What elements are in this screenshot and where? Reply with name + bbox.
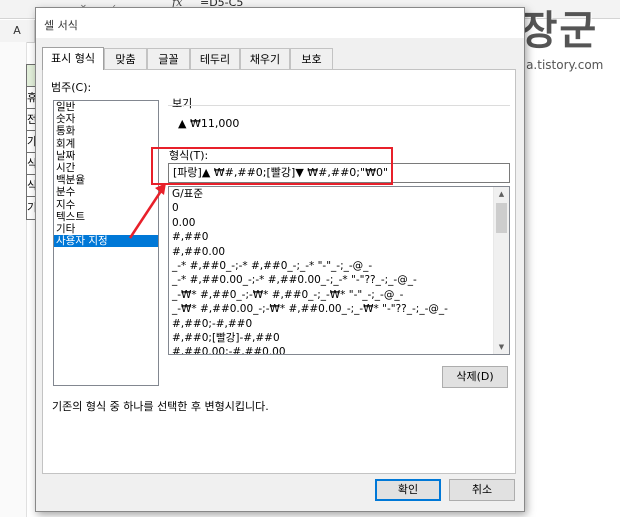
tab-font[interactable]: 글꼴 (147, 48, 190, 69)
category-item[interactable]: 숫자 (54, 113, 158, 125)
dialog-titlebar[interactable]: 셀 서식 (36, 8, 524, 38)
cancel-button[interactable]: 취소 (449, 479, 515, 501)
category-list[interactable]: 일반 숫자 통화 회계 날짜 시간 백분율 분수 지수 텍스트 기타 사용자 지정 (53, 100, 159, 386)
category-item[interactable]: 시간 (54, 162, 158, 174)
category-item[interactable]: 백분율 (54, 174, 158, 186)
format-code-item[interactable]: _-* #,##0.00_-;-* #,##0.00_-;_-* "-"??_-… (169, 273, 509, 287)
dialog-title: 셀 서식 (44, 19, 78, 32)
description-text: 기존의 형식 중 하나를 선택한 후 변형시킵니다. (52, 400, 269, 413)
type-input[interactable]: [파랑]▲ ₩#,##0;[빨강]▼ ₩#,##0;"₩0" (168, 163, 510, 183)
column-header-a[interactable]: A (0, 20, 35, 43)
number-tab-panel: 범주(C): 일반 숫자 통화 회계 날짜 시간 백분율 분수 지수 텍스트 기타 사용자 지정 보기… (42, 69, 516, 474)
format-list-scrollbar[interactable]: ▲ ▼ (493, 187, 509, 354)
type-label: 형식(T): (169, 149, 209, 162)
sample-group: ▲ ₩11,000 (168, 105, 510, 141)
format-code-item[interactable]: _-* #,##0_-;-* #,##0_-;_-* "-"_-;_-@_- (169, 259, 509, 273)
category-item[interactable]: 지수 (54, 199, 158, 211)
format-code-item[interactable]: 0.00 (169, 216, 509, 230)
scroll-down-icon[interactable]: ▼ (494, 340, 509, 354)
sample-value: ▲ ₩11,000 (178, 117, 240, 130)
format-code-item[interactable]: #,##0;-#,##0 (169, 317, 509, 331)
format-code-item[interactable]: #,##0 (169, 230, 509, 244)
category-item[interactable]: 회계 (54, 138, 158, 150)
tab-fill[interactable]: 채우기 (240, 48, 290, 69)
category-item[interactable]: 일반 (54, 101, 158, 113)
scroll-thumb[interactable] (496, 203, 507, 233)
category-item[interactable]: 텍스트 (54, 211, 158, 223)
category-item[interactable]: 통화 (54, 125, 158, 137)
tab-alignment[interactable]: 맞춤 (104, 48, 147, 69)
category-item[interactable]: 분수 (54, 186, 158, 198)
format-code-item[interactable]: #,##0.00 (169, 245, 509, 259)
format-code-item[interactable]: G/표준 (169, 187, 509, 201)
row-headers (0, 42, 27, 517)
format-code-item[interactable]: 0 (169, 201, 509, 215)
format-code-item[interactable]: _-₩* #,##0_-;-₩* #,##0_-;_-₩* "-"_-;_-@_… (169, 288, 509, 302)
category-item[interactable]: 날짜 (54, 150, 158, 162)
delete-button[interactable]: 삭제(D) (442, 366, 508, 388)
tab-border[interactable]: 테두리 (190, 48, 240, 69)
category-label: 범주(C): (51, 81, 92, 94)
tab-number[interactable]: 표시 형식 (42, 47, 104, 70)
format-cells-dialog: 셀 서식 표시 형식 맞춤 글꼴 테두리 채우기 보호 범주(C): 일반 숫자 통… (35, 7, 525, 512)
category-item[interactable]: 사용자 지정 (54, 235, 158, 248)
scroll-up-icon[interactable]: ▲ (494, 187, 509, 201)
tab-protection[interactable]: 보호 (290, 48, 333, 69)
ok-button[interactable]: 확인 (375, 479, 441, 501)
format-code-item[interactable]: #,##0;[빨강]-#,##0 (169, 331, 509, 345)
format-code-item[interactable]: #,##0.00;-#,##0.00 (169, 345, 509, 354)
format-code-list[interactable]: G/표준 0 0.00 #,##0 #,##0.00 _-* #,##0_-;-* #,#… (168, 186, 510, 355)
category-item[interactable]: 기타 (54, 223, 158, 235)
format-code-item[interactable]: _-₩* #,##0.00_-;-₩* #,##0.00_-;_-₩* "-"?… (169, 302, 509, 316)
